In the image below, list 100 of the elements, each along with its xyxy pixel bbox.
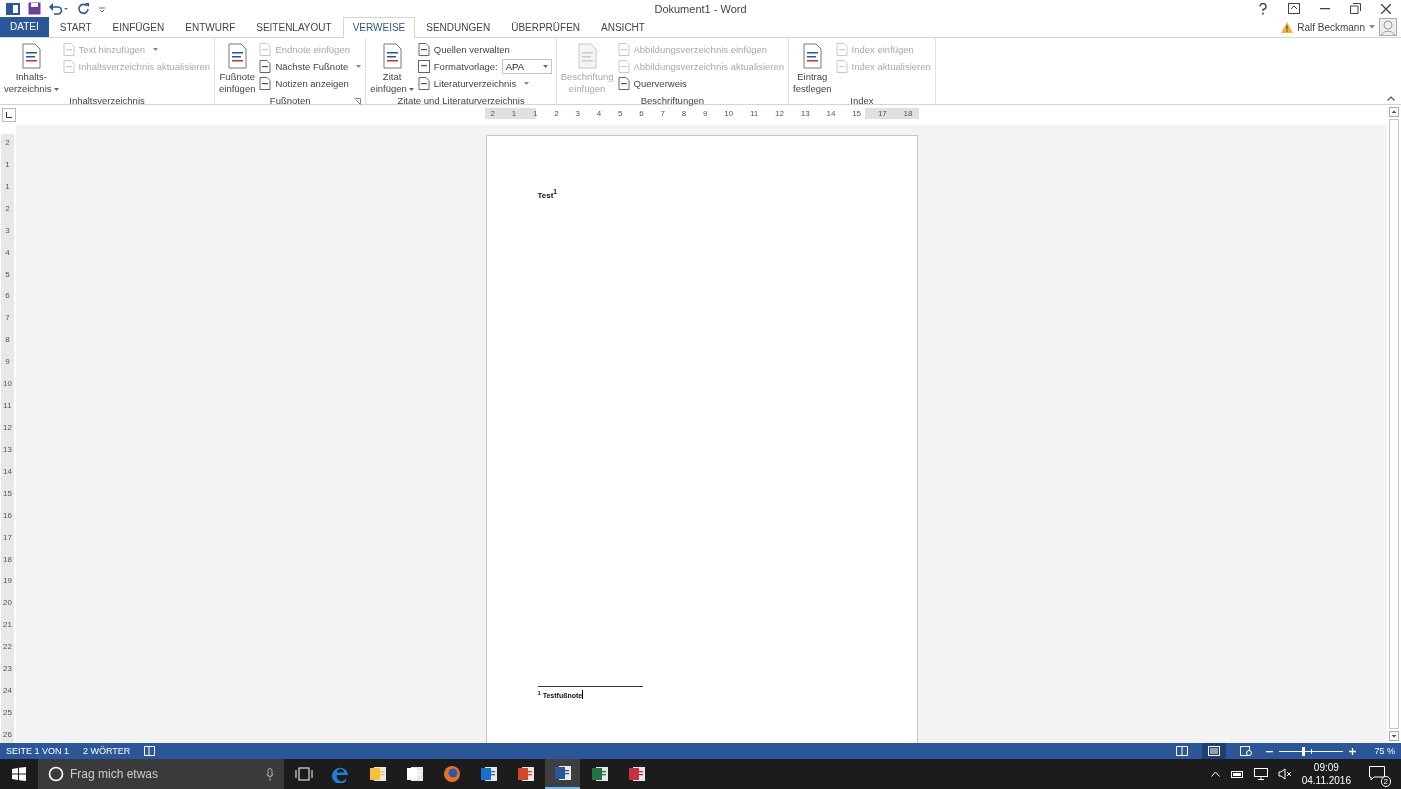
- ruler-number: 7: [660, 109, 665, 118]
- warning-icon: [1281, 21, 1294, 33]
- proofing-icon[interactable]: [144, 746, 156, 756]
- ribbon-button[interactable]: Literaturverzeichnis: [417, 76, 552, 91]
- file-tab[interactable]: DATEI: [0, 17, 49, 37]
- notification-badge: 2: [1380, 775, 1391, 787]
- task-view-icon: [294, 767, 313, 781]
- zoom-slider-thumb[interactable]: [1302, 746, 1306, 756]
- caret-icon[interactable]: [524, 82, 530, 85]
- document-icon: [617, 43, 630, 56]
- print-layout-icon[interactable]: [1202, 743, 1227, 759]
- ruler-number: 10: [3, 379, 12, 389]
- collapse-ribbon-icon[interactable]: [1387, 96, 1395, 101]
- ribbon-tab[interactable]: SEITENLAYOUT: [246, 17, 342, 37]
- zoom-level[interactable]: 75 %: [1374, 746, 1395, 756]
- group-label: Inhaltsverzeichnis: [69, 95, 145, 106]
- restore-icon[interactable]: [1350, 3, 1361, 14]
- ribbon-button[interactable]: Fußnote einfügen: [219, 40, 256, 95]
- ruler-number: 1: [5, 159, 10, 169]
- document-icon: [417, 77, 430, 90]
- close-icon[interactable]: [1381, 3, 1391, 14]
- ribbon-tab[interactable]: EINFÜGEN: [102, 17, 175, 37]
- scroll-down-icon[interactable]: [1389, 731, 1399, 741]
- zoom-in-icon[interactable]: [1349, 747, 1357, 755]
- ruler-number: 24: [3, 686, 12, 696]
- dialog-launcher-icon[interactable]: [354, 98, 362, 105]
- ribbon-button[interactable]: Nächste Fußnote: [259, 59, 362, 74]
- ruler-number: 15: [3, 488, 12, 498]
- help-icon[interactable]: [1258, 2, 1268, 15]
- ruler-number: 1: [511, 109, 517, 118]
- app-icon: [405, 765, 424, 783]
- ruler-number: 5: [618, 109, 623, 118]
- style-icon: [417, 60, 430, 73]
- app-icon: [627, 765, 646, 783]
- save-icon[interactable]: [28, 2, 41, 15]
- ruler-number: 12: [3, 423, 12, 432]
- clock-date[interactable]: 04.11.2016: [1301, 774, 1351, 787]
- network-icon[interactable]: [1253, 768, 1268, 780]
- app-icon: [479, 765, 498, 783]
- ribbon-button[interactable]: Eintrag festlegen: [793, 40, 832, 95]
- user-name[interactable]: Ralf Beckmann: [1297, 21, 1365, 33]
- clock-time[interactable]: 09:09: [1313, 761, 1339, 774]
- read-mode-icon[interactable]: [1176, 746, 1189, 756]
- ruler-number: 25: [3, 707, 12, 717]
- taskbar-app-button[interactable]: [545, 759, 580, 789]
- search-field[interactable]: Frag mich etwas: [38, 759, 284, 789]
- group-label: Beschriftungen: [640, 95, 705, 106]
- web-layout-icon[interactable]: [1240, 746, 1253, 756]
- ruler-number: 18: [903, 109, 913, 118]
- ribbon-button[interactable]: Quellen verwalten: [417, 42, 552, 57]
- ribbon-button[interactable]: Notizen anzeigen: [259, 76, 362, 91]
- window-title: Dokument1 - Word: [654, 2, 747, 15]
- ribbon-tab[interactable]: ÜBERPRÜFEN: [501, 17, 591, 37]
- page-count[interactable]: SEITE 1 VON 1: [6, 746, 70, 756]
- group-label: Index: [850, 95, 874, 106]
- redo-icon[interactable]: [77, 2, 90, 15]
- app-icon: [516, 765, 535, 783]
- microphone-icon[interactable]: [266, 767, 274, 781]
- search-placeholder: Frag mich etwas: [70, 767, 159, 781]
- globe-icon: [442, 765, 461, 783]
- cortana-icon: [48, 766, 64, 782]
- caret-icon[interactable]: [53, 87, 59, 91]
- ruler-number: 17: [3, 532, 12, 542]
- style-dropdown[interactable]: APA: [501, 59, 552, 74]
- caret-icon[interactable]: [1369, 25, 1375, 29]
- app-icon: [590, 765, 609, 783]
- caret-icon[interactable]: [356, 65, 362, 68]
- document-icon: [62, 60, 75, 73]
- group-label: Fußnoten: [269, 95, 311, 106]
- ruler-number: 2: [5, 138, 10, 147]
- document-icon: [417, 43, 430, 56]
- ribbon-display-icon[interactable]: [1288, 3, 1300, 14]
- ribbon-tab[interactable]: START: [49, 17, 102, 37]
- app-icon: [553, 764, 572, 782]
- word-count[interactable]: 2 WÖRTER: [83, 746, 131, 756]
- vertical-scrollbar[interactable]: [1387, 105, 1401, 743]
- ribbon-button[interactable]: Querverweis: [617, 76, 784, 91]
- document-icon: [259, 77, 272, 90]
- tab-selector[interactable]: [2, 108, 16, 122]
- ribbon-tab[interactable]: SENDUNGEN: [416, 17, 501, 37]
- ribbon-tab[interactable]: VERWEISE: [342, 17, 416, 38]
- battery-icon[interactable]: [1229, 769, 1244, 779]
- document-icon: [62, 43, 75, 56]
- ruler-number: 6: [5, 291, 10, 301]
- undo-icon[interactable]: [49, 2, 69, 15]
- show-hidden-icons-icon[interactable]: [1210, 771, 1220, 777]
- ribbon-button[interactable]: Zitat einfügen: [370, 40, 414, 95]
- minimize-icon[interactable]: [1320, 7, 1330, 10]
- caret-icon[interactable]: [408, 87, 414, 91]
- ribbon-tab[interactable]: ENTWURF: [175, 17, 246, 37]
- muted-speaker-icon[interactable]: [1277, 768, 1292, 780]
- ruler-number: 7: [5, 313, 10, 323]
- ribbon-button[interactable]: Inhalts- verzeichnis: [4, 40, 59, 95]
- ruler-number: 21: [3, 620, 12, 630]
- scroll-up-icon[interactable]: [1389, 107, 1399, 117]
- notification-icon[interactable]: [1369, 765, 1385, 781]
- body-text: Test$^{1}$: [537, 190, 558, 200]
- ruler-number: 6: [639, 109, 644, 118]
- ribbon-tab[interactable]: ANSICHT: [591, 17, 655, 37]
- caret-icon[interactable]: [542, 65, 548, 68]
